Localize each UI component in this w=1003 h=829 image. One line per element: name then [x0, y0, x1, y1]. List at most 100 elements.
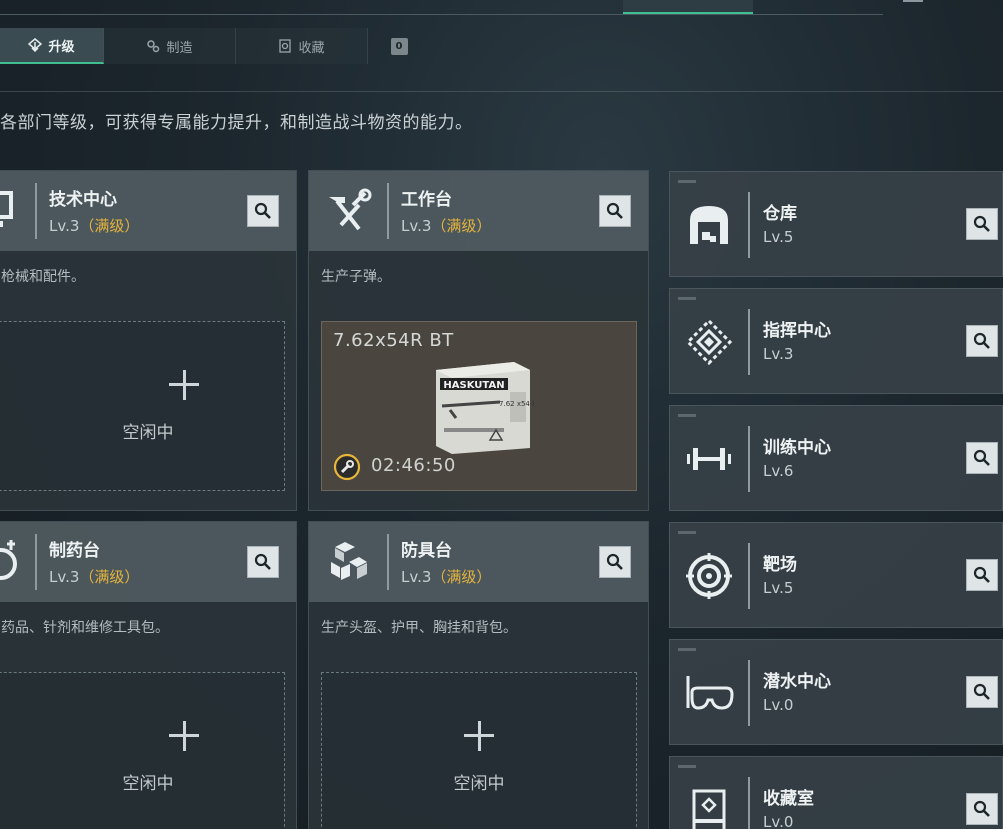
item-level: Lv.0	[763, 813, 794, 829]
search-button[interactable]	[966, 208, 998, 240]
ammo-box-image: HASKUTAN 7.62 x54 R	[436, 362, 534, 454]
add-icon	[464, 721, 494, 751]
search-button[interactable]	[247, 546, 279, 578]
trophy-case-icon	[692, 789, 726, 829]
flask-icon	[0, 540, 17, 580]
max-level-tag: （满级）	[79, 568, 140, 586]
tab-badge-slot[interactable]: 0	[368, 28, 430, 64]
corner-mark	[678, 648, 696, 651]
item-divider	[748, 543, 750, 609]
card-header: 工作台 Lv.3（满级）	[309, 171, 648, 251]
production-slot-empty[interactable]: 空闲中	[321, 672, 637, 829]
card-header: 制药台 Lv.3（满级）	[0, 522, 296, 602]
card-title: 防具台	[401, 541, 452, 561]
header-divider	[387, 183, 389, 239]
production-slot-empty[interactable]: 空闲中	[0, 321, 285, 491]
level-value: Lv.3	[49, 568, 80, 586]
corner-mark	[678, 531, 696, 534]
side-item-command-center[interactable]: 指挥中心 Lv.3	[669, 288, 1003, 394]
card-level: Lv.3（满级）	[49, 566, 139, 587]
dumbbell-icon	[687, 448, 731, 470]
item-level: Lv.6	[763, 462, 794, 480]
card-title: 技术中心	[49, 190, 117, 210]
idle-label: 空闲中	[122, 423, 174, 443]
search-button[interactable]	[966, 442, 998, 474]
cubes-icon	[331, 542, 367, 580]
level-value: Lv.3	[401, 568, 432, 586]
search-button[interactable]	[599, 195, 631, 227]
item-name: 仓库	[763, 204, 797, 224]
item-level: Lv.0	[763, 696, 794, 714]
box-caliber-text: 7.62 x54 R	[499, 400, 534, 408]
search-button[interactable]	[599, 546, 631, 578]
level-value: Lv.3	[49, 217, 80, 235]
search-icon	[973, 215, 990, 232]
search-button[interactable]	[247, 195, 279, 227]
production-slot-active[interactable]: 7.62x54R BT HASKUTAN 7.62 x54 R 02:46:50	[321, 321, 637, 491]
hammer-wrench-icon	[329, 188, 372, 231]
card-description: 生产头盔、护甲、胸挂和背包。	[321, 620, 517, 636]
craft-icon	[147, 40, 160, 53]
item-level: Lv.5	[763, 579, 794, 597]
side-item-trophy-room[interactable]: 收藏室 Lv.0	[669, 756, 1003, 829]
corner-mark	[678, 297, 696, 300]
search-button[interactable]	[966, 676, 998, 708]
diving-mask-icon	[686, 676, 734, 710]
corner-mark	[678, 180, 696, 183]
command-emblem-icon	[685, 318, 733, 366]
item-name: 潜水中心	[763, 672, 831, 692]
card-header: 防具台 Lv.3（满级）	[309, 522, 648, 602]
side-item-diving-center[interactable]: 潜水中心 Lv.0	[669, 639, 1003, 745]
search-icon	[254, 202, 271, 219]
upgrade-icon	[28, 38, 43, 52]
add-icon	[169, 721, 199, 751]
side-item-training-center[interactable]: 训练中心 Lv.6	[669, 405, 1003, 511]
tab-upgrade-label: 升级	[48, 39, 75, 55]
card-armor: 防具台 Lv.3（满级） 生产头盔、护甲、胸挂和背包。 空闲中	[308, 521, 649, 829]
search-icon	[973, 332, 990, 349]
card-level: Lv.3（满级）	[49, 215, 139, 236]
card-description: 枪械和配件。	[1, 269, 85, 285]
item-level: Lv.5	[763, 228, 794, 246]
level-value: Lv.3	[401, 217, 432, 235]
max-level-tag: （满级）	[79, 217, 140, 235]
card-title: 工作台	[401, 190, 452, 210]
add-icon	[169, 370, 199, 400]
search-icon	[973, 800, 990, 817]
idle-label: 空闲中	[453, 774, 505, 794]
card-description: 生产子弹。	[321, 269, 391, 285]
production-timer: 02:46:50	[371, 455, 456, 476]
search-icon	[606, 553, 623, 570]
item-divider	[748, 426, 750, 492]
search-icon	[254, 553, 271, 570]
item-divider	[748, 309, 750, 375]
tab-upgrade[interactable]: 升级	[0, 28, 104, 64]
corner-mark	[678, 414, 696, 417]
search-button[interactable]	[966, 559, 998, 591]
max-level-tag: （满级）	[431, 217, 492, 235]
side-item-shooting-range[interactable]: 靶场 Lv.5	[669, 522, 1003, 628]
box-brand-text: HASKUTAN	[443, 380, 504, 391]
tab-collection[interactable]: 收藏	[236, 28, 368, 64]
tab-bar: 升级 制造 收藏 0	[0, 28, 430, 64]
header-divider	[35, 183, 37, 239]
max-level-tag: （满级）	[431, 568, 492, 586]
search-icon	[973, 683, 990, 700]
production-slot-empty[interactable]: 空闲中	[0, 672, 285, 829]
card-pharmacy: 制药台 Lv.3（满级） 药品、针剂和维修工具包。 空闲中	[0, 521, 297, 829]
card-workbench: 工作台 Lv.3（满级） 生产子弹。 7.62x54R BT HASKUTAN …	[308, 170, 649, 511]
search-button[interactable]	[966, 793, 998, 825]
side-item-warehouse[interactable]: 仓库 Lv.5	[669, 171, 1003, 277]
production-item-name: 7.62x54R BT	[333, 330, 454, 351]
search-button[interactable]	[966, 325, 998, 357]
search-icon	[973, 449, 990, 466]
tab-craft[interactable]: 制造	[104, 28, 236, 64]
count-badge: 0	[390, 37, 408, 55]
item-name: 指挥中心	[763, 321, 831, 341]
corner-mark	[903, 0, 923, 2]
card-title: 制药台	[49, 541, 100, 561]
warehouse-icon	[690, 206, 728, 244]
item-divider	[748, 192, 750, 258]
header-divider	[0, 91, 1003, 92]
card-description: 药品、针剂和维修工具包。	[1, 620, 169, 636]
